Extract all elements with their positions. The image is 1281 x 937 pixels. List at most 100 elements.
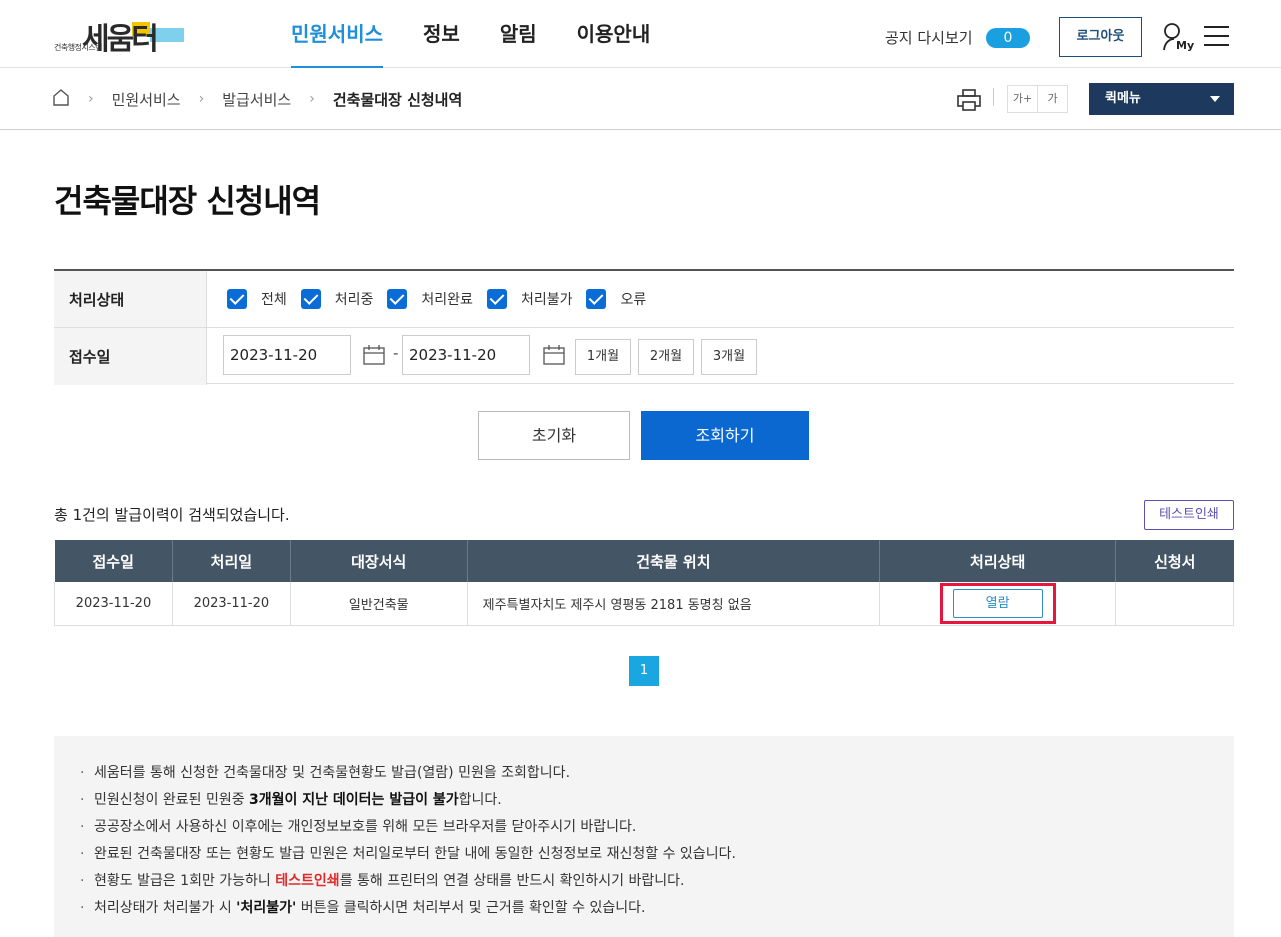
col-processed-date: 처리일 bbox=[172, 540, 291, 582]
print-icon[interactable] bbox=[956, 88, 982, 112]
notice-replay-label[interactable]: 공지 다시보기 bbox=[885, 27, 973, 48]
notice-count-badge[interactable]: 0 bbox=[986, 28, 1030, 48]
checkbox-checked-icon[interactable] bbox=[486, 289, 507, 309]
status-check-label: 오류 bbox=[620, 292, 647, 308]
logout-button[interactable]: 로그아웃 bbox=[1059, 17, 1142, 57]
nav-info[interactable]: 정보 bbox=[423, 0, 460, 68]
bullet: · bbox=[80, 873, 85, 889]
info-text: 현황도 발급은 1회만 가능하니 bbox=[94, 873, 276, 889]
pagination-page-1[interactable]: 1 bbox=[629, 656, 659, 686]
test-print-button[interactable]: 테스트인쇄 bbox=[1144, 500, 1234, 530]
info-text: 공공장소에서 사용하신 이후에는 개인정보보호를 위해 모든 브라우저를 닫아주… bbox=[94, 819, 637, 835]
status-label: 처리상태 bbox=[54, 271, 207, 327]
toolbar-divider bbox=[993, 88, 994, 106]
status-filter-row: 처리상태 전체 처리중 처리완료 처리불가 오류 bbox=[54, 271, 1234, 328]
status-check-all[interactable]: 전체 bbox=[227, 289, 287, 309]
calendar-icon[interactable] bbox=[543, 345, 565, 365]
logo-text: 세움터 bbox=[82, 22, 159, 57]
nav-guide[interactable]: 이용안내 bbox=[577, 0, 651, 68]
info-text: 버튼을 클릭하시면 처리부서 및 근거를 확인할 수 있습니다. bbox=[296, 900, 646, 916]
status-check-label: 처리불가 bbox=[520, 292, 573, 308]
hamburger-menu-icon[interactable] bbox=[1204, 26, 1230, 46]
info-item: · 세움터를 통해 신청한 건축물대장 및 건축물현황도 발급(열람) 민원을 조… bbox=[80, 762, 1234, 789]
status-checkboxes: 전체 처리중 처리완료 처리불가 오류 bbox=[227, 271, 660, 327]
period-3month-button[interactable]: 3개월 bbox=[701, 339, 757, 375]
font-increase-button[interactable]: 가+ bbox=[1007, 85, 1038, 113]
date-label: 접수일 bbox=[54, 328, 207, 385]
checkbox-checked-icon[interactable] bbox=[387, 289, 408, 309]
checkbox-checked-icon[interactable] bbox=[300, 289, 321, 309]
cell-received-date: 2023-11-20 bbox=[54, 582, 173, 626]
search-form: 처리상태 전체 처리중 처리완료 처리불가 오류 접수일 2023-11-20 … bbox=[54, 269, 1234, 385]
table-row: 2023-11-20 2023-11-20 일반건축물 제주특별자치도 제주시 … bbox=[54, 582, 1234, 626]
status-check-rejected[interactable]: 처리불가 bbox=[486, 289, 573, 309]
bullet: · bbox=[80, 846, 85, 862]
chevron-right-icon: › bbox=[309, 91, 315, 107]
breadcrumb-item-issue-service[interactable]: 발급서비스 bbox=[222, 89, 291, 110]
col-building-location: 건축물 위치 bbox=[467, 540, 881, 582]
info-emphasis-red: 테스트인쇄 bbox=[275, 873, 340, 889]
result-count-text: 총 1건의 발급이력이 검색되었습니다. bbox=[54, 506, 290, 524]
status-check-processing[interactable]: 처리중 bbox=[300, 289, 374, 309]
search-button[interactable]: 조회하기 bbox=[641, 411, 809, 460]
home-icon[interactable] bbox=[52, 88, 70, 110]
cell-status: 열람 bbox=[879, 582, 1117, 626]
cell-ledger-form: 일반건축물 bbox=[290, 582, 468, 626]
info-text: 를 통해 프린터의 연결 상태를 반드시 확인하시기 바랍니다. bbox=[339, 873, 685, 889]
info-item: · 현황도 발급은 1회만 가능하니 테스트인쇄를 통해 프린터의 연결 상태를 … bbox=[80, 870, 1234, 897]
view-button[interactable]: 열람 bbox=[952, 588, 1043, 618]
period-1month-button[interactable]: 1개월 bbox=[575, 339, 631, 375]
bullet: · bbox=[80, 765, 85, 781]
chevron-right-icon: › bbox=[88, 91, 94, 107]
breadcrumb-current: 건축물대장 신청내역 bbox=[332, 90, 463, 109]
cell-processed-date: 2023-11-20 bbox=[172, 582, 291, 626]
reset-button[interactable]: 초기화 bbox=[478, 411, 630, 460]
bullet: · bbox=[80, 819, 85, 835]
col-received-date: 접수일 bbox=[54, 540, 173, 582]
font-size-controls: 가+ 가 bbox=[1007, 85, 1068, 113]
result-table: 접수일 처리일 대장서식 건축물 위치 처리상태 신청서 2023-11-20 … bbox=[54, 540, 1234, 626]
info-notice-box: · 세움터를 통해 신청한 건축물대장 및 건축물현황도 발급(열람) 민원을 조… bbox=[54, 736, 1234, 937]
highlight-box: 열람 bbox=[939, 582, 1056, 624]
font-reset-button[interactable]: 가 bbox=[1037, 85, 1068, 113]
status-check-completed[interactable]: 처리완료 bbox=[387, 289, 473, 309]
nav-civil-service[interactable]: 민원서비스 bbox=[291, 0, 383, 68]
checkbox-checked-icon[interactable] bbox=[227, 289, 247, 309]
date-filter-row: 접수일 2023-11-20 - 2023-11-20 1개월 2개월 3개월 bbox=[54, 328, 1234, 385]
table-header-row: 접수일 처리일 대장서식 건축물 위치 처리상태 신청서 bbox=[54, 540, 1234, 582]
status-check-label: 전체 bbox=[261, 292, 287, 308]
date-from-input[interactable]: 2023-11-20 bbox=[223, 335, 351, 375]
breadcrumb-item-civil-service[interactable]: 민원서비스 bbox=[112, 89, 181, 110]
status-check-label: 처리완료 bbox=[421, 292, 473, 308]
seumteo-logo[interactable]: 세움터 건축행정시스템 bbox=[54, 14, 194, 57]
svg-text:My: My bbox=[1176, 39, 1194, 52]
info-text: 완료된 건축물대장 또는 현황도 발급 민원은 처리일로부터 한달 내에 동일한… bbox=[94, 846, 736, 862]
cell-building-location: 제주특별자치도 제주시 영평동 2181 동명칭 없음 bbox=[467, 582, 881, 626]
period-2month-button[interactable]: 2개월 bbox=[638, 339, 694, 375]
calendar-icon[interactable] bbox=[363, 345, 385, 365]
status-check-error[interactable]: 오류 bbox=[586, 289, 646, 309]
col-status: 처리상태 bbox=[879, 540, 1117, 582]
info-text: 세움터를 통해 신청한 건축물대장 및 건축물현황도 발급(열람) 민원을 조회… bbox=[94, 765, 571, 781]
bullet: · bbox=[80, 792, 85, 808]
info-text: 민원신청이 완료된 민원중 bbox=[94, 792, 250, 808]
checkbox-checked-icon[interactable] bbox=[586, 289, 607, 309]
info-item: · 민원신청이 완료된 민원중 3개월이 지난 데이터는 발급이 불가합니다. bbox=[80, 789, 1234, 816]
status-check-label: 처리중 bbox=[334, 292, 374, 308]
quick-menu-select[interactable]: 퀵메뉴 bbox=[1089, 83, 1234, 115]
my-page-icon[interactable]: My bbox=[1162, 22, 1194, 52]
info-item: · 공공장소에서 사용하신 이후에는 개인정보보호를 위해 모든 브라우저를 닫아… bbox=[80, 816, 1234, 843]
bullet: · bbox=[80, 900, 85, 916]
info-item: · 처리상태가 처리불가 시 '처리불가' 버튼을 클릭하시면 처리부서 및 근거… bbox=[80, 897, 1234, 924]
date-range-dash: - bbox=[393, 344, 399, 362]
info-item: · 완료된 건축물대장 또는 현황도 발급 민원은 처리일로부터 한달 내에 동일… bbox=[80, 843, 1234, 870]
chevron-right-icon: › bbox=[198, 91, 205, 107]
info-emphasis: '처리불가' bbox=[236, 900, 297, 916]
caret-down-icon bbox=[1210, 96, 1220, 102]
nav-notice[interactable]: 알림 bbox=[500, 0, 537, 68]
info-emphasis: 3개월이 지난 데이터는 발급이 불가 bbox=[249, 792, 459, 808]
info-text: 합니다. bbox=[458, 792, 502, 808]
quick-menu-label: 퀵메뉴 bbox=[1105, 91, 1141, 106]
date-to-input[interactable]: 2023-11-20 bbox=[402, 335, 530, 375]
breadcrumb: › 민원서비스 › 발급서비스 › 건축물대장 신청내역 bbox=[52, 68, 462, 130]
